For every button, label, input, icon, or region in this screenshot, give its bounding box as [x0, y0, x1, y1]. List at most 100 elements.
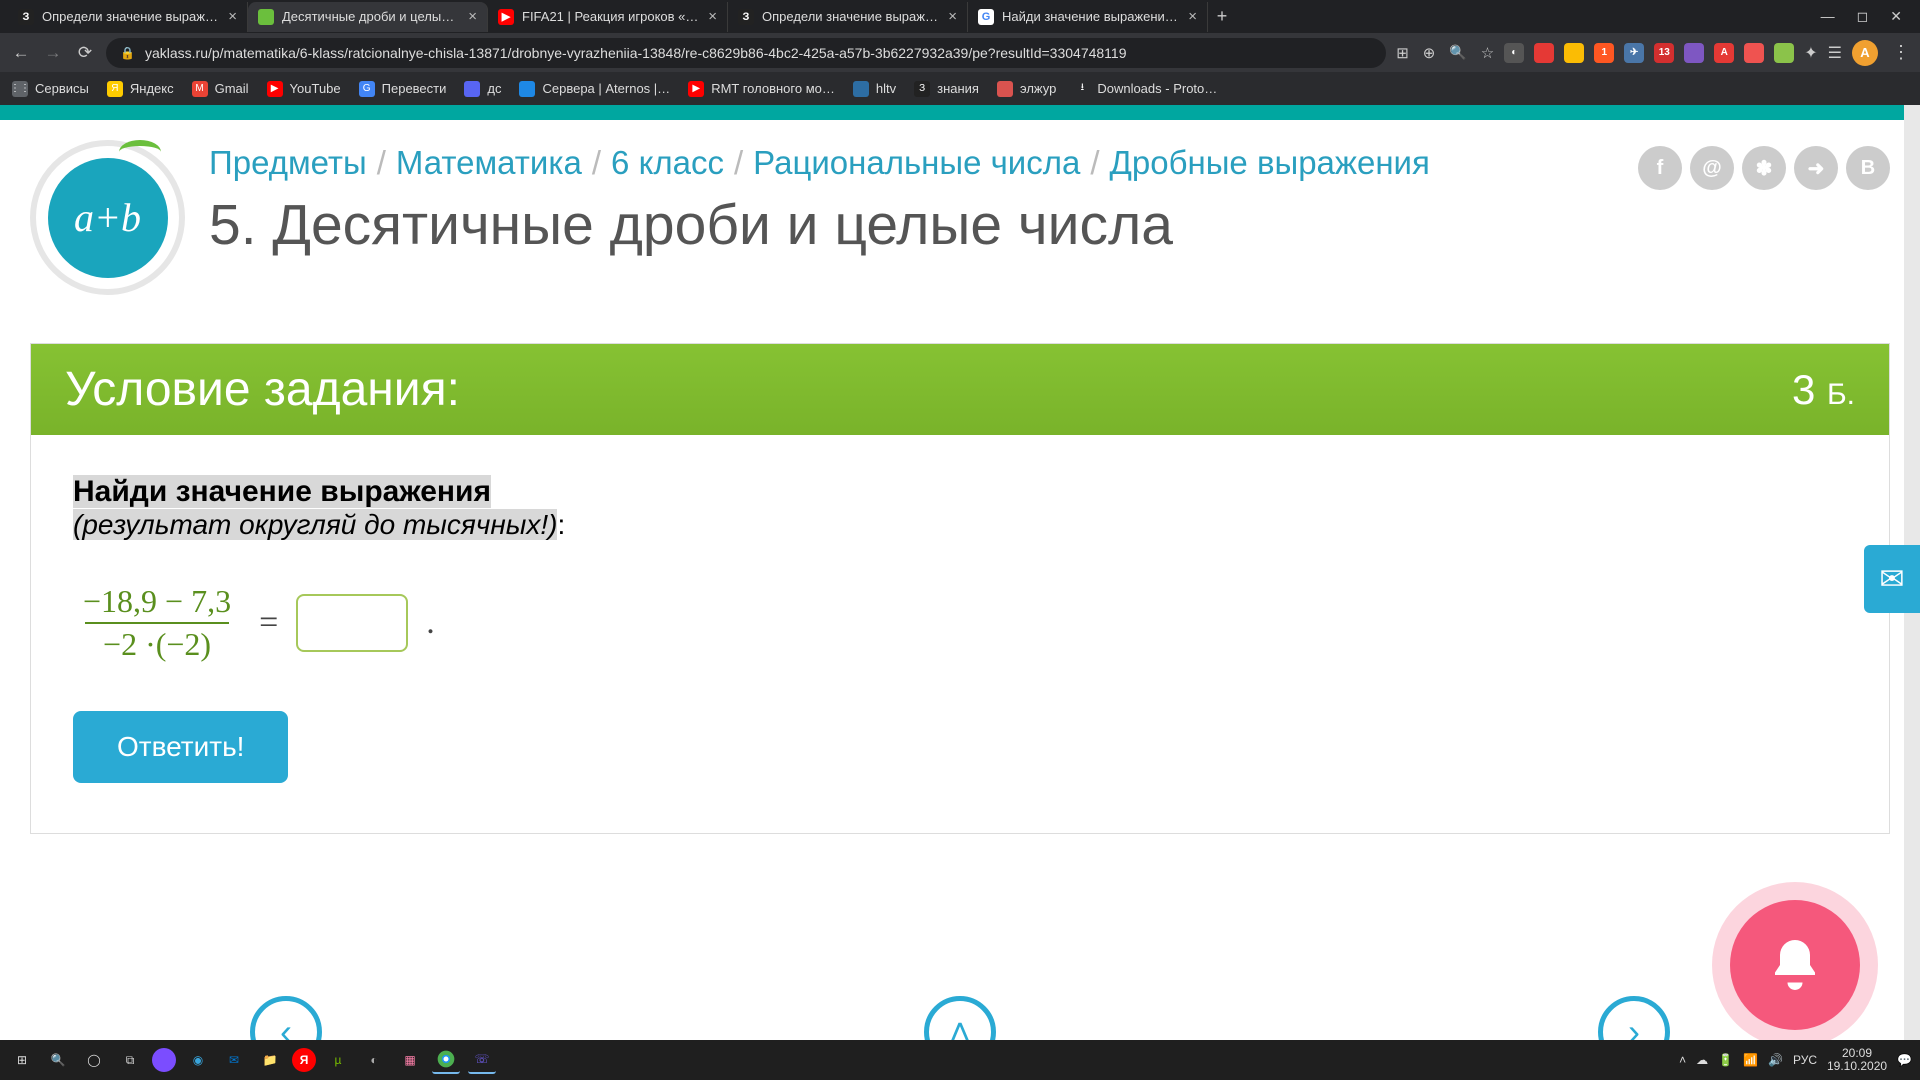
zoom-icon[interactable]: ⊕: [1423, 44, 1436, 62]
ext-icon[interactable]: ◐: [1504, 43, 1524, 63]
feedback-mail-tab[interactable]: ✉: [1864, 545, 1920, 613]
tab-favicon: G: [978, 9, 994, 25]
maximize-button[interactable]: ◻: [1857, 8, 1869, 25]
omnibox-actions: ⊞ ⊕ 🔍 ☆: [1396, 44, 1494, 62]
tray-notifications-icon[interactable]: 💬: [1897, 1053, 1912, 1067]
mail-taskbar-icon[interactable]: ✉: [220, 1046, 248, 1074]
ext-icon[interactable]: [1534, 43, 1554, 63]
social-share-button[interactable]: B: [1846, 146, 1890, 190]
answer-input[interactable]: [296, 594, 408, 652]
steam-taskbar-icon[interactable]: ◐: [360, 1046, 388, 1074]
breadcrumb-link[interactable]: 6 класс: [611, 144, 724, 181]
edge-taskbar-icon[interactable]: ◉: [184, 1046, 212, 1074]
start-button[interactable]: ⊞: [8, 1046, 36, 1074]
close-tab-icon[interactable]: ×: [228, 8, 237, 25]
browser-tab[interactable]: G Найди значение выражения (р ×: [968, 2, 1208, 32]
social-share-button[interactable]: @: [1690, 146, 1734, 190]
bookmark-favicon: ⭳: [1074, 81, 1090, 97]
bookmark-favicon: [464, 81, 480, 97]
chrome-taskbar-icon[interactable]: [432, 1046, 460, 1074]
reload-button[interactable]: ⟳: [74, 43, 96, 63]
bookmark-label: элжур: [1020, 81, 1056, 96]
breadcrumb-link[interactable]: Предметы: [209, 144, 367, 181]
prev-task-button[interactable]: ‹: [250, 996, 322, 1040]
taskbar-app[interactable]: ▦: [396, 1046, 424, 1074]
browser-tab[interactable]: З Определи значение выражения ×: [728, 2, 968, 32]
task-container: Условие задания: 3 Б. Найди значение выр…: [30, 343, 1890, 834]
search-taskbar-button[interactable]: 🔍: [44, 1046, 72, 1074]
tray-onedrive-icon[interactable]: ☁: [1696, 1053, 1708, 1067]
question-note: (результат округляй до тысячных!): [73, 509, 557, 540]
task-header-title: Условие задания:: [65, 362, 460, 417]
close-tab-icon[interactable]: ×: [948, 8, 957, 25]
bookmark-favicon: [997, 81, 1013, 97]
bookmark-item[interactable]: элжур: [997, 81, 1056, 97]
bookmark-item[interactable]: ▶RMT головного мо…: [688, 81, 835, 97]
extensions-menu-icon[interactable]: ✦: [1804, 43, 1817, 63]
tray-volume-icon[interactable]: 🔊: [1768, 1053, 1783, 1067]
omnibox[interactable]: 🔒 yaklass.ru/p/matematika/6-klass/ratcio…: [106, 38, 1386, 68]
minimize-button[interactable]: —: [1821, 8, 1835, 25]
bookmark-item[interactable]: hltv: [853, 81, 896, 97]
adblock-ext-icon[interactable]: A: [1714, 43, 1734, 63]
browser-tab[interactable]: Десятичные дроби и целые чис ×: [248, 2, 488, 32]
ext-icon[interactable]: [1684, 43, 1704, 63]
bookmark-item[interactable]: ⭳Downloads - Proto…: [1074, 81, 1217, 97]
reading-list-icon[interactable]: ☰: [1828, 43, 1842, 63]
vk-ext-icon[interactable]: ✈: [1624, 43, 1644, 63]
address-bar-row: ← → ⟳ 🔒 yaklass.ru/p/matematika/6-klass/…: [0, 33, 1920, 72]
lock-icon: 🔒: [120, 46, 135, 60]
social-share-button[interactable]: ✽: [1742, 146, 1786, 190]
close-window-button[interactable]: ✕: [1890, 8, 1902, 25]
yandex-taskbar-icon[interactable]: Я: [292, 1048, 316, 1072]
cortana-button[interactable]: ◯: [80, 1046, 108, 1074]
breadcrumb-link[interactable]: Дробные выражения: [1110, 144, 1430, 181]
bookmark-item[interactable]: ЯЯндекс: [107, 81, 174, 97]
install-app-icon[interactable]: ⊞: [1396, 44, 1409, 62]
submit-answer-button[interactable]: Ответить!: [73, 711, 288, 783]
tray-wifi-icon[interactable]: 📶: [1743, 1053, 1758, 1067]
close-tab-icon[interactable]: ×: [468, 8, 477, 25]
bookmark-item[interactable]: ⋮⋮Сервисы: [12, 81, 89, 97]
breadcrumb-link[interactable]: Рациональные числа: [753, 144, 1080, 181]
next-task-button[interactable]: ›: [1598, 996, 1670, 1040]
utorrent-taskbar-icon[interactable]: µ: [324, 1046, 352, 1074]
task-points: 3 Б.: [1792, 366, 1855, 414]
close-tab-icon[interactable]: ×: [1188, 8, 1197, 25]
browser-tab[interactable]: З Определи значение выражения ×: [8, 2, 248, 32]
chrome-menu-icon[interactable]: ⋮: [1892, 42, 1910, 63]
bookmark-item[interactable]: дс: [464, 81, 501, 97]
bookmark-item[interactable]: Ззнания: [914, 81, 979, 97]
bookmark-item[interactable]: MGmail: [192, 81, 249, 97]
bookmarks-bar: ⋮⋮Сервисы ЯЯндекс MGmail ▶YouTube GПеревести…: [0, 72, 1920, 105]
explorer-taskbar-icon[interactable]: 📁: [256, 1046, 284, 1074]
social-share-button[interactable]: ➜: [1794, 146, 1838, 190]
back-button[interactable]: ←: [10, 43, 32, 63]
tray-battery-icon[interactable]: 🔋: [1718, 1053, 1733, 1067]
bookmark-item[interactable]: ▶YouTube: [267, 81, 341, 97]
ext-icon[interactable]: 1: [1594, 43, 1614, 63]
tray-chevron-icon[interactable]: ˄: [1679, 1053, 1686, 1067]
new-tab-button[interactable]: +: [1208, 6, 1236, 27]
task-view-button[interactable]: ⧉: [116, 1046, 144, 1074]
taskbar-app[interactable]: [152, 1048, 176, 1072]
search-icon[interactable]: 🔍: [1449, 44, 1466, 61]
breadcrumb-link[interactable]: Математика: [396, 144, 582, 181]
forward-button[interactable]: →: [42, 43, 64, 63]
social-share-button[interactable]: f: [1638, 146, 1682, 190]
taskbar-clock[interactable]: 20:09 19.10.2020: [1827, 1047, 1887, 1073]
bookmark-label: Яндекс: [130, 81, 174, 96]
close-tab-icon[interactable]: ×: [708, 8, 717, 25]
bookmark-item[interactable]: GПеревести: [359, 81, 447, 97]
ext-icon[interactable]: [1564, 43, 1584, 63]
viber-taskbar-icon[interactable]: ☏: [468, 1046, 496, 1074]
tray-language[interactable]: РУС: [1793, 1053, 1817, 1067]
browser-tab[interactable]: ▶ FIFA21 | Реакция игроков «Спар ×: [488, 2, 728, 32]
ext-icon[interactable]: 13: [1654, 43, 1674, 63]
ext-icon[interactable]: [1774, 43, 1794, 63]
profile-avatar[interactable]: A: [1852, 40, 1878, 66]
bookmark-item[interactable]: Сервера | Aternos |…: [519, 81, 670, 97]
ext-icon[interactable]: [1744, 43, 1764, 63]
bookmark-star-icon[interactable]: ☆: [1481, 44, 1494, 62]
up-to-list-button[interactable]: ˄: [924, 996, 996, 1040]
